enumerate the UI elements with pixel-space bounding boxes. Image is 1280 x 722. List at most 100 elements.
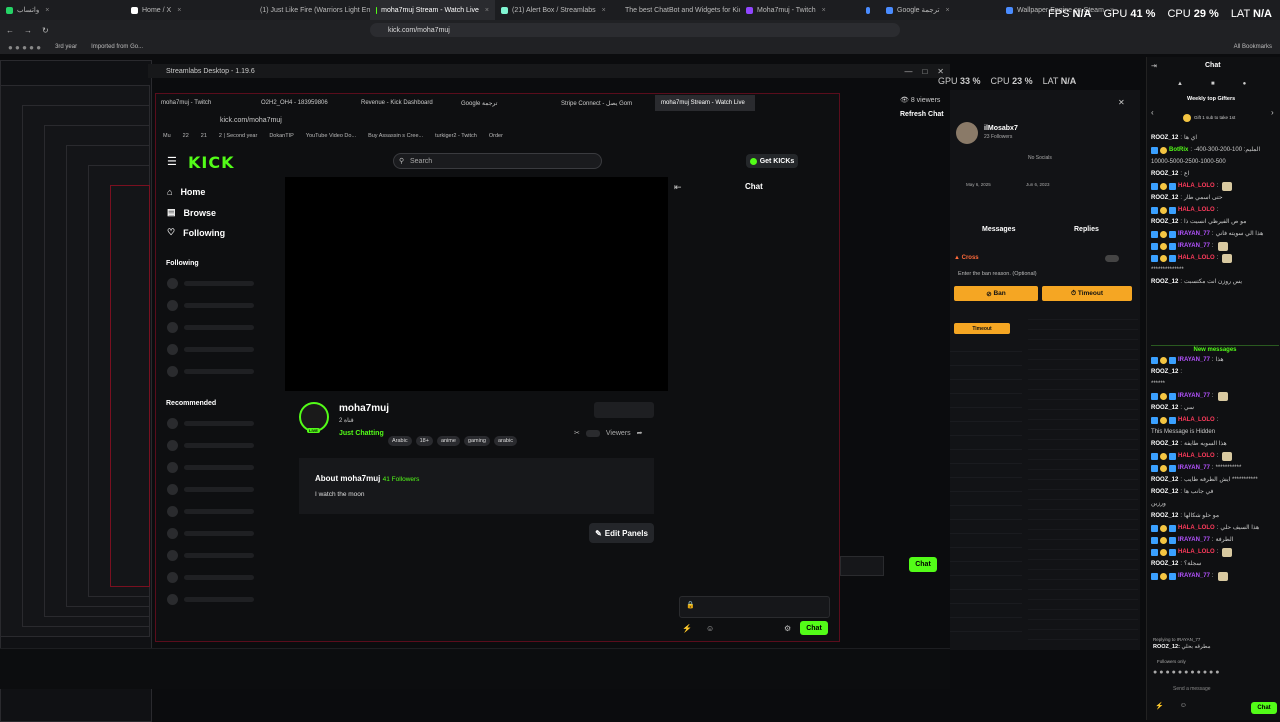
nav-browse[interactable]: ▤ Browse (167, 207, 216, 218)
chat-username[interactable]: IRAYAN_77 (1178, 242, 1210, 251)
back-icon[interactable]: ← (6, 26, 14, 35)
chat-message[interactable]: IRAYAN_77: هذا (1151, 356, 1279, 365)
inner-browser-tab[interactable]: moha7muj - Twitch (155, 95, 255, 111)
list-item[interactable] (167, 418, 254, 429)
chat-username[interactable]: HALA_LOLO (1178, 416, 1215, 425)
chat-message[interactable]: ROOZ_12: في جانب ها (1151, 488, 1279, 497)
chat-message[interactable]: ROOZ_12: (1151, 368, 1279, 377)
browser-tab[interactable]: Home / X × (125, 0, 250, 20)
chat-settings-icon[interactable]: ⚙ (784, 624, 791, 633)
chat-username[interactable]: ROOZ_12 (1151, 404, 1178, 413)
browser-tab[interactable]: (1) Just Like Fire (Warriors Light Em Up… (250, 0, 370, 20)
tag-chip[interactable]: anime (436, 436, 460, 446)
chat-message[interactable]: HALA_LOLO: (1151, 254, 1279, 263)
inner-browser-tab[interactable]: O2H2_OH4 - 183959806 (255, 95, 355, 111)
tab-close-icon[interactable]: × (45, 7, 49, 14)
kick-logo[interactable]: KICK (188, 153, 235, 172)
chat-username[interactable]: HALA_LOLO (1178, 452, 1215, 461)
chat-username[interactable]: IRAYAN_77 (1178, 464, 1210, 473)
tag-chip[interactable]: Arabic (388, 436, 412, 446)
ban-button[interactable]: ⊘ Ban (954, 286, 1038, 301)
new-messages-divider[interactable]: New messages (1151, 345, 1279, 355)
gifters-prev-icon[interactable]: ‹ (1151, 108, 1154, 117)
clip-icon[interactable]: ✂ (574, 429, 580, 437)
browser-tab[interactable] (860, 0, 880, 20)
list-item[interactable] (167, 462, 254, 473)
chat-message[interactable]: HALA_LOLO: (1151, 182, 1279, 191)
chat-message[interactable]: ROOZ_12: اي ها (1151, 134, 1279, 143)
chat-collapse-icon[interactable]: ⇤ (674, 182, 682, 193)
tab-close-icon[interactable]: × (177, 7, 181, 14)
gifters-next-icon[interactable]: › (1271, 108, 1274, 117)
list-item[interactable] (167, 300, 254, 311)
minimize-icon[interactable]: — (904, 67, 912, 76)
tag-chip[interactable]: arabic (493, 436, 517, 446)
bookmark-icons[interactable]: ● ● ● ● ● (8, 43, 41, 52)
chat-message[interactable]: ROOZ_12: سجلة؟ (1151, 560, 1279, 569)
address-bar[interactable]: kick.com/moha7muj (370, 23, 900, 37)
chat-username[interactable]: ROOZ_12 (1151, 560, 1178, 569)
settings-icon[interactable]: ● (1243, 81, 1247, 87)
reload-icon[interactable]: ↻ (42, 26, 49, 35)
chat-message[interactable]: ROOZ_12: حتى اسمي طار (1151, 194, 1279, 203)
chat-message[interactable]: ورزين (1151, 500, 1279, 509)
tab-replies[interactable]: Replies (1074, 226, 1099, 233)
video-player[interactable] (285, 177, 668, 391)
chat-message[interactable]: ROOZ_12: اع (1151, 170, 1279, 179)
browser-tab[interactable]: The best ChatBot and Widgets for Kick× (615, 0, 740, 20)
chat-username[interactable]: ROOZ_12 (1151, 440, 1178, 449)
chat-message[interactable]: ****** (1151, 380, 1279, 389)
chat-message[interactable]: HALA_LOLO: (1151, 452, 1279, 461)
chat-message[interactable]: HALA_LOLO: (1151, 206, 1279, 215)
chat-message[interactable]: HALA_LOLO: هذا السيف حلي (1151, 524, 1279, 533)
list-item[interactable] (167, 528, 254, 539)
maximize-icon[interactable]: □ (922, 67, 927, 76)
tab-close-icon[interactable]: × (945, 7, 949, 14)
chat-username[interactable]: ROOZ_12 (1151, 512, 1178, 521)
chat-message[interactable]: IRAYAN_77: هذا الي سويته فاني (1151, 230, 1279, 239)
chat-send-button[interactable]: Chat (800, 621, 828, 635)
chat-username[interactable]: IRAYAN_77 (1178, 536, 1210, 545)
chat-username[interactable]: ROOZ_12 (1151, 368, 1178, 377)
emote-icon[interactable]: ☺ (706, 624, 714, 633)
chat-username[interactable]: IRAYAN_77 (1178, 230, 1210, 239)
timeout-button[interactable]: ⏱ Timeout (1042, 286, 1132, 301)
kicks-icon[interactable]: ⚡ (682, 624, 692, 633)
chat-message[interactable]: ************** (1151, 266, 1279, 275)
chat-message-input[interactable]: Send a message (1153, 683, 1277, 695)
chat-message[interactable]: IRAYAN_77: (1151, 392, 1279, 401)
chat-username[interactable]: HALA_LOLO (1178, 182, 1215, 191)
bookmark-3rd-year[interactable]: 3rd year (55, 44, 77, 50)
chat-username[interactable]: ROOZ_12 (1151, 278, 1178, 287)
chat-username[interactable]: HALA_LOLO (1178, 206, 1215, 215)
chat-message[interactable]: ROOZ_12: مو ص الفيرظي انسيت ذا (1151, 218, 1279, 227)
inner-bookmark[interactable]: 22 (183, 133, 189, 139)
inner-browser-tab[interactable]: Stripe Connect - يصل Gom (555, 95, 655, 111)
list-item[interactable] (167, 322, 254, 333)
chat-message[interactable]: 10000-5000-2500-1000-500 (1151, 158, 1279, 167)
chat-username[interactable]: IRAYAN_77 (1178, 392, 1210, 401)
tag-chip[interactable]: gaming (463, 436, 490, 446)
emote-icon[interactable]: ☺ (1180, 702, 1187, 710)
chat-message[interactable]: IRAYAN_77: الطرفة (1151, 536, 1279, 545)
ban-toggle[interactable] (1105, 255, 1119, 262)
chat-username[interactable]: ROOZ_12 (1151, 476, 1178, 485)
bookmark-imported[interactable]: Imported from Go... (91, 44, 143, 50)
close-icon[interactable]: ✕ (937, 67, 944, 76)
gift-icon[interactable]: ■ (1211, 81, 1215, 87)
tab-messages[interactable]: Messages (982, 226, 1015, 233)
list-item[interactable] (167, 484, 254, 495)
browser-tab[interactable]: Google ترجمة × (880, 0, 1000, 20)
inner-browser-tab[interactable]: Revenue - Kick Dashboard (355, 95, 455, 111)
chat-message[interactable]: IRAYAN_77: *********** (1151, 464, 1279, 473)
inner-bookmark[interactable]: Order (489, 133, 503, 139)
chat-message[interactable]: ROOZ_12: هذا السويه طايفة (1151, 440, 1279, 449)
ban-reason-input[interactable]: Enter the ban reason. (Optional) (958, 271, 1037, 277)
right-chat-send-button[interactable]: Chat (1251, 702, 1277, 714)
mirror-chat-button[interactable]: Chat (909, 557, 937, 572)
tab-close-icon[interactable]: × (602, 7, 606, 14)
chat-username[interactable]: ROOZ_12 (1151, 194, 1178, 203)
inner-bookmark[interactable]: 2 | Second year (219, 133, 257, 139)
inner-bookmark[interactable]: DokanTIP (269, 133, 293, 139)
mirror-timeout-button[interactable]: Timeout (954, 323, 1010, 334)
